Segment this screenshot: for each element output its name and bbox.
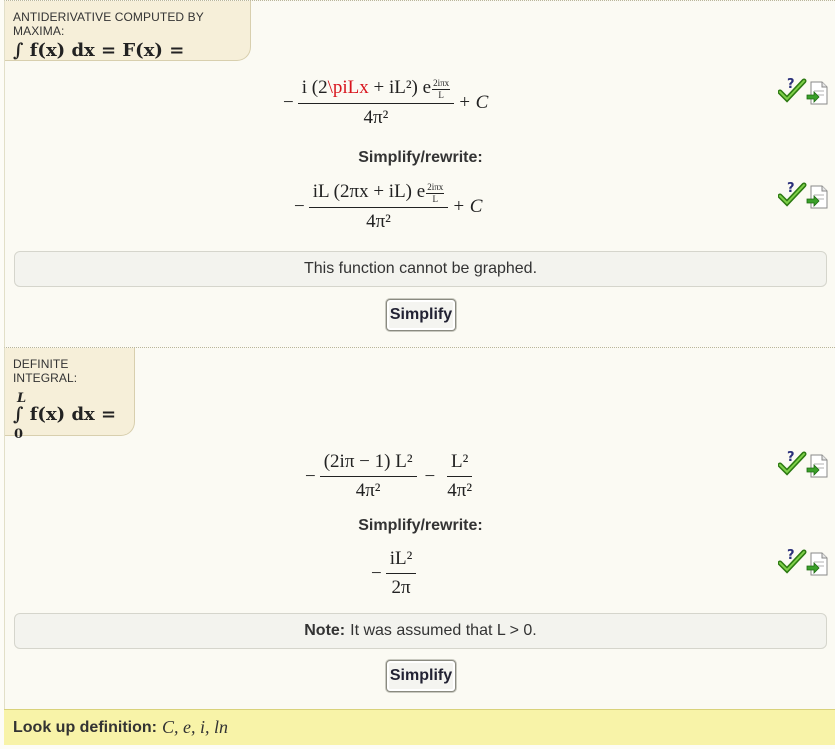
note-label: Note: [304, 622, 346, 639]
definite-integral-tag-label: DEFINITE INTEGRAL: [13, 357, 78, 385]
term1-denominator: 4π² [355, 480, 381, 501]
rewrite-label: Simplify/rewrite: [358, 149, 483, 166]
constant-term: + C [452, 195, 483, 217]
term2-denominator: 4π² [447, 480, 473, 501]
simplify-button[interactable]: Simplify [386, 299, 456, 331]
antiderivative-tag: ANTIDERIVATIVE COMPUTED BY MAXIMA: ∫ f(x… [5, 1, 251, 61]
export-document-icon[interactable] [806, 185, 830, 209]
export-document-icon[interactable] [806, 81, 830, 105]
exponent-denominator: L [438, 89, 444, 100]
term1-numerator: (2iπ − 1) L² [319, 451, 417, 477]
exponent: 2iπx L [432, 77, 451, 100]
definite-rewrite: − iL² 2π [371, 548, 420, 599]
result-denominator: 4π² [363, 106, 389, 128]
antiderivative-tag-formula: ∫ f(x) dx = F(x) = [13, 40, 185, 61]
check-help-icon[interactable]: ? [778, 548, 808, 574]
definition-lookup-label: Look up definition: [13, 718, 157, 736]
minus-operator: − [424, 465, 436, 487]
assumption-note: Note: It was assumed that L > 0. [14, 613, 827, 649]
rewrite-actions: ? [778, 181, 830, 209]
antiderivative-tag-label: ANTIDERIVATIVE COMPUTED BY MAXIMA: [13, 10, 204, 38]
rewrite-numerator: iL² [385, 548, 417, 574]
definite-integral-tag-formula: ∫ f(x) dx = [13, 404, 117, 425]
term2-fraction: L² 4π² [443, 451, 476, 502]
rewrite-denominator: 2π [391, 577, 411, 598]
definite-integral-panel: DEFINITE INTEGRAL: L ∫ f(x) dx = 0 − (2i… [4, 347, 835, 709]
minus-sign: − [371, 562, 382, 584]
rewrite-fraction: iL (2πx + iL) e 2iπx L 4π² [308, 181, 449, 233]
minus-sign: − [283, 91, 294, 113]
numerator-suffix: + iL²) e [368, 77, 432, 98]
definite-result: − (2iπ − 1) L² 4π² − L² 4π² [305, 451, 480, 502]
minus-sign: − [305, 465, 316, 487]
definition-lookup-links[interactable]: C, e, i, ln [162, 717, 228, 738]
exponent: 2iπx L [426, 181, 445, 204]
simplify-button[interactable]: Simplify [386, 660, 456, 692]
unparsed-tex-error: \piLx [327, 77, 369, 98]
constant-term: + C [458, 91, 489, 113]
term2-numerator: L² [446, 451, 473, 477]
antiderivative-panel: ANTIDERIVATIVE COMPUTED BY MAXIMA: ∫ f(x… [4, 0, 835, 349]
check-help-icon[interactable]: ? [778, 450, 808, 476]
note-text: It was assumed that L > 0. [350, 622, 537, 639]
graph-unavailable-notice: This function cannot be graphed. [14, 251, 827, 287]
exponent-denominator: L [432, 193, 438, 204]
check-help-icon[interactable]: ? [778, 77, 808, 103]
rewrite-actions: ? [778, 548, 830, 576]
result-actions: ? [778, 77, 830, 105]
rewrite-fraction: iL² 2π [385, 548, 417, 599]
export-document-icon[interactable] [806, 552, 830, 576]
antiderivative-result: − i (2\piLx + iL²) e 2iπx L 4π² + C [283, 77, 488, 129]
export-document-icon[interactable] [806, 454, 830, 478]
antiderivative-rewrite: − iL (2πx + iL) e 2iπx L 4π² + C [294, 181, 482, 233]
rewrite-numerator-text: iL (2πx + iL) e [312, 181, 426, 202]
result-numerator: i (2\piLx + iL²) e 2iπx L [297, 77, 455, 104]
lower-limit: 0 [14, 427, 24, 442]
result-actions: ? [778, 450, 830, 478]
check-help-icon[interactable]: ? [778, 181, 808, 207]
rewrite-denominator: 4π² [366, 210, 391, 232]
definite-integral-formula-block: L ∫ f(x) dx = 0 [13, 385, 124, 445]
exponent-numerator: 2iπx [432, 77, 451, 90]
rewrite-label: Simplify/rewrite: [358, 517, 483, 534]
definite-integral-tag: DEFINITE INTEGRAL: L ∫ f(x) dx = 0 [5, 348, 135, 442]
result-fraction: i (2\piLx + iL²) e 2iπx L 4π² [297, 77, 455, 129]
numerator-prefix: i (2 [301, 77, 328, 98]
definition-lookup-bar: Look up definition: C, e, i, ln [4, 709, 835, 745]
term1-fraction: (2iπ − 1) L² 4π² [319, 451, 417, 502]
exponent-numerator: 2iπx [426, 181, 445, 194]
rewrite-numerator: iL (2πx + iL) e 2iπx L [308, 181, 449, 208]
minus-sign: − [294, 195, 305, 217]
